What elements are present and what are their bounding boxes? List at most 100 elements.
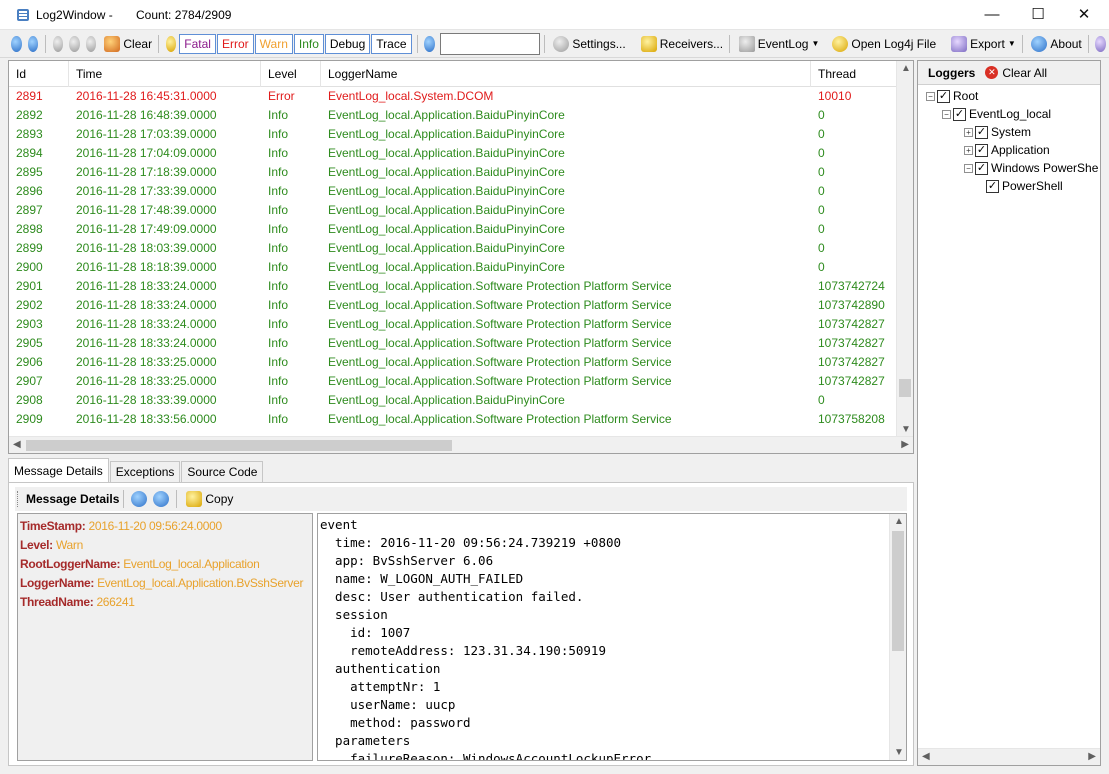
scroll-down-icon[interactable]: ▼: [901, 424, 911, 435]
details-tabs: Message Details Exceptions Source Code: [8, 458, 264, 482]
tree-node-root[interactable]: − ✓ Root: [926, 87, 978, 105]
table-row[interactable]: 2907 2016-11-28 18:33:25.0000 Info EventLog…: [9, 372, 897, 391]
table-row[interactable]: 2906 2016-11-28 18:33:25.0000 Info EventLog…: [9, 353, 897, 372]
scroll-left-icon[interactable]: ◀: [922, 751, 930, 762]
table-row[interactable]: 2903 2016-11-28 18:33:24.0000 Info EventLog…: [9, 315, 897, 334]
broom-icon: [104, 35, 121, 52]
column-header-time[interactable]: Time: [69, 61, 261, 87]
message-vertical-scroll-thumb[interactable]: [892, 531, 904, 651]
level-filter-debug[interactable]: Debug: [324, 33, 371, 54]
tree-node-system[interactable]: + ✓ System: [964, 123, 1031, 141]
cell-thread: 0: [818, 222, 825, 236]
grid-vertical-scrollbar[interactable]: ▲ ▼: [896, 61, 913, 437]
toolbar-separator: [543, 34, 545, 53]
search-input[interactable]: [439, 32, 540, 55]
table-row[interactable]: 2908 2016-11-28 18:33:39.0000 Info EventLog…: [9, 391, 897, 410]
tree-node-application[interactable]: + ✓ Application: [964, 141, 1050, 159]
about-button[interactable]: About: [1026, 35, 1083, 52]
receivers-button[interactable]: Receivers...: [636, 35, 725, 52]
table-row[interactable]: 2905 2016-11-28 18:33:24.0000 Info EventLog…: [9, 334, 897, 353]
grid-horizontal-scroll-thumb[interactable]: [26, 440, 453, 451]
pause-icon[interactable]: [69, 35, 80, 52]
table-row[interactable]: 2891 2016-11-28 16:45:31.0000 Error EventLo…: [9, 87, 897, 106]
level-filter-error[interactable]: Error: [216, 33, 254, 54]
message-vertical-scrollbar[interactable]: ▲ ▼: [889, 514, 906, 760]
level-filter-info[interactable]: Info: [293, 33, 324, 54]
table-row[interactable]: 2900 2016-11-28 18:18:39.0000 Info EventLog…: [9, 258, 897, 277]
grid-vertical-scroll-thumb[interactable]: [899, 379, 911, 398]
table-row[interactable]: 2902 2016-11-28 18:33:24.0000 Info EventLog…: [9, 296, 897, 315]
table-row[interactable]: 2894 2016-11-28 17:04:09.0000 Info EventLog…: [9, 144, 897, 163]
tab-exceptions[interactable]: Exceptions: [109, 461, 181, 482]
cell-id: 2901: [16, 279, 43, 293]
clear-all-button[interactable]: ✕ Clear All: [985, 66, 1047, 80]
table-row[interactable]: 2899 2016-11-28 18:03:39.0000 Info EventLog…: [9, 239, 897, 258]
logger-checkbox[interactable]: ✓: [937, 89, 950, 103]
scroll-right-icon[interactable]: ▶: [901, 439, 909, 450]
copy-button[interactable]: Copy: [181, 491, 235, 507]
logger-checkbox[interactable]: ✓: [975, 125, 988, 139]
tree-node-eventlog-local[interactable]: − ✓ EventLog_local: [942, 105, 1051, 123]
scroll-left-icon[interactable]: ◀: [13, 439, 21, 450]
property-row: TimeStamp: 2016-11-20 09:56:24.0000: [20, 517, 310, 536]
export-dropdown[interactable]: Export ▼: [946, 35, 1018, 52]
back-icon[interactable]: [52, 35, 64, 52]
zoom-in-icon[interactable]: [11, 35, 22, 52]
scroll-up-icon[interactable]: ▲: [901, 63, 911, 74]
logger-checkbox[interactable]: ✓: [953, 107, 966, 121]
log-grid[interactable]: Id Time Level LoggerName Thread 2891 2016…: [8, 60, 914, 454]
tab-message-details[interactable]: Message Details: [8, 458, 109, 482]
logger-checkbox[interactable]: ✓: [975, 161, 988, 175]
column-header-logger-name[interactable]: LoggerName: [321, 61, 811, 87]
tree-node-windows-powershe[interactable]: − ✓ Windows PowerShe: [964, 159, 1098, 177]
options-icon[interactable]: [1095, 35, 1106, 52]
message-text[interactable]: event time: 2016-11-20 09:56:24.739219 +…: [320, 516, 651, 760]
forward-icon[interactable]: [85, 35, 97, 52]
expand-icon[interactable]: +: [964, 145, 973, 155]
table-row[interactable]: 2893 2016-11-28 17:03:39.0000 Info EventLog…: [9, 125, 897, 144]
table-row[interactable]: 2898 2016-11-28 17:49:09.0000 Info EventLog…: [9, 220, 897, 239]
cell-id: 2894: [16, 146, 43, 160]
scroll-down-icon[interactable]: ▼: [894, 747, 904, 758]
table-row[interactable]: 2901 2016-11-28 18:33:24.0000 Info EventLog…: [9, 277, 897, 296]
table-row[interactable]: 2892 2016-11-28 16:48:39.0000 Info EventLog…: [9, 106, 897, 125]
settings-button[interactable]: Settings...: [548, 35, 627, 52]
cell-logger: EventLog_local.Application.BaiduPinyinCo…: [328, 260, 565, 274]
zoom-in-icon[interactable]: [131, 491, 148, 507]
table-row[interactable]: 2895 2016-11-28 17:18:39.0000 Info EventLog…: [9, 163, 897, 182]
level-filter-group: Fatal Error Warn Info Debug Trace: [179, 33, 412, 54]
zoom-out-icon[interactable]: [27, 35, 39, 52]
cell-logger: EventLog_local.Application.BaiduPinyinCo…: [328, 165, 565, 179]
level-filter-warn[interactable]: Warn: [254, 33, 293, 54]
close-button[interactable]: ✕: [1061, 0, 1107, 30]
logger-checkbox[interactable]: ✓: [975, 143, 988, 157]
collapse-icon[interactable]: −: [942, 109, 951, 119]
message-body[interactable]: event time: 2016-11-20 09:56:24.739219 +…: [317, 513, 907, 761]
tree-node-powershell[interactable]: ✓ PowerShell: [986, 177, 1063, 195]
expand-icon[interactable]: +: [964, 127, 973, 137]
column-header-id[interactable]: Id: [9, 61, 69, 87]
eventlog-dropdown[interactable]: EventLog ▼: [734, 35, 822, 52]
table-row[interactable]: 2909 2016-11-28 18:33:56.0000 Info EventLog…: [9, 410, 897, 429]
tab-source-code[interactable]: Source Code: [181, 461, 264, 482]
table-row[interactable]: 2896 2016-11-28 17:33:39.0000 Info EventLog…: [9, 182, 897, 201]
clear-button[interactable]: Clear: [99, 35, 154, 52]
column-header-level[interactable]: Level: [261, 61, 321, 87]
column-header-thread[interactable]: Thread: [811, 61, 897, 87]
collapse-icon[interactable]: −: [926, 91, 935, 101]
scroll-up-icon[interactable]: ▲: [894, 516, 904, 527]
loggers-horizontal-scrollbar[interactable]: ◀ ▶: [918, 748, 1100, 765]
table-row[interactable]: 2897 2016-11-28 17:48:39.0000 Info EventLog…: [9, 201, 897, 220]
level-filter-trace[interactable]: Trace: [371, 33, 412, 54]
collapse-icon[interactable]: −: [964, 163, 973, 173]
logger-checkbox[interactable]: ✓: [986, 179, 999, 193]
level-filter-fatal[interactable]: Fatal: [179, 33, 216, 54]
minimize-button[interactable]: —: [969, 0, 1015, 30]
toolbar-separator: [1021, 34, 1023, 53]
zoom-out-icon[interactable]: [153, 491, 170, 507]
scroll-right-icon[interactable]: ▶: [1088, 751, 1096, 762]
grid-horizontal-scrollbar[interactable]: ◀ ▶: [9, 436, 913, 453]
maximize-button[interactable]: ☐: [1015, 0, 1061, 30]
open-log4j-file-button[interactable]: Open Log4j File: [827, 35, 938, 52]
cell-logger: EventLog_local.Application.Software Prot…: [328, 298, 672, 312]
